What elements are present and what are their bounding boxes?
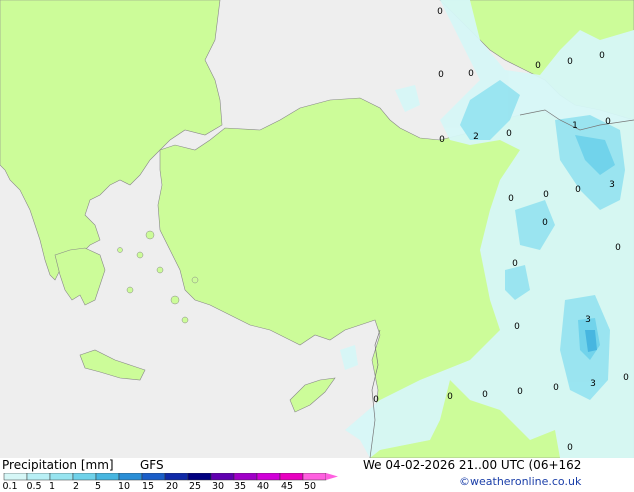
value-label: 0: [575, 185, 581, 195]
value-label: 0: [512, 259, 518, 269]
value-label: 0: [605, 117, 611, 127]
value-label: 2: [473, 132, 479, 142]
scale-swatch: [72, 473, 97, 481]
value-label: 3: [585, 315, 591, 325]
value-label: 0: [482, 390, 488, 400]
credit: ©weatheronline.co.uk: [459, 475, 582, 488]
value-label: 0: [567, 57, 573, 67]
scale-swatch: [164, 473, 189, 481]
value-label: 0: [508, 194, 514, 204]
value-label: 0: [517, 387, 523, 397]
value-label: 0: [373, 395, 379, 405]
model-name: GFS: [140, 458, 164, 472]
value-label: 0: [514, 322, 520, 332]
value-label: 0: [447, 392, 453, 402]
scale-tick-label: 15: [141, 481, 155, 492]
value-label: 0: [543, 190, 549, 200]
scale-swatch: [118, 473, 143, 481]
scale-swatch: [26, 473, 51, 481]
legend-title: Precipitation [mm]: [2, 458, 114, 472]
scale-swatch: [256, 473, 281, 481]
scale-swatch: [141, 473, 166, 481]
scale-tick-label: 45: [280, 481, 294, 492]
value-label: 0: [506, 129, 512, 139]
scale-tick-label: 20: [165, 481, 179, 492]
run-datetime: We 04-02-2026 21..00 UTC (06+162: [363, 458, 582, 472]
scale-tick-label: 40: [256, 481, 270, 492]
value-label: 0: [599, 51, 605, 61]
value-label: 0: [437, 7, 443, 17]
scale-swatch: [3, 473, 28, 481]
precipitation-map: 0 0 0 0 0 0 0 2 0 1 0 3 0 0 0 0 0 0 3 3 0 0 0 0 0 0 0 0: [0, 0, 634, 458]
scale-tick-label: 30: [211, 481, 225, 492]
scale-tick-label: 25: [188, 481, 202, 492]
map-chart: 0000000201030000003300000000 Precipitati…: [0, 0, 634, 492]
value-label: 0: [535, 61, 541, 71]
scale-tick-label: 5: [94, 481, 102, 492]
scale-swatch: [302, 473, 327, 481]
value-label: 0: [623, 373, 629, 383]
value-label: 0: [567, 443, 573, 453]
value-label: 0: [542, 218, 548, 228]
scale-tick-label: 2: [72, 481, 80, 492]
value-label: 0: [438, 70, 444, 80]
scale-tick-label: 35: [233, 481, 247, 492]
value-label: 0: [439, 135, 445, 145]
value-label: 0: [615, 243, 621, 253]
scale-tick-label: 0.5: [26, 481, 42, 492]
scale-tick-label: 1: [48, 481, 56, 492]
scale-swatch: [49, 473, 74, 481]
value-label: 3: [590, 379, 596, 389]
scale-swatch: [187, 473, 212, 481]
scale-swatch: [279, 473, 304, 481]
scale-swatch: [233, 473, 258, 481]
scale-swatch: [95, 473, 120, 481]
scale-arrow: [326, 473, 338, 480]
scale-tick-label: 50: [303, 481, 317, 492]
scale-tick-label: 10: [117, 481, 131, 492]
scale-tick-label: 0.1: [2, 481, 18, 492]
value-label: 3: [609, 180, 615, 190]
value-label: 0: [468, 69, 474, 79]
value-label: 0: [553, 383, 559, 393]
scale-swatch: [210, 473, 235, 481]
value-label: 1: [572, 121, 578, 131]
